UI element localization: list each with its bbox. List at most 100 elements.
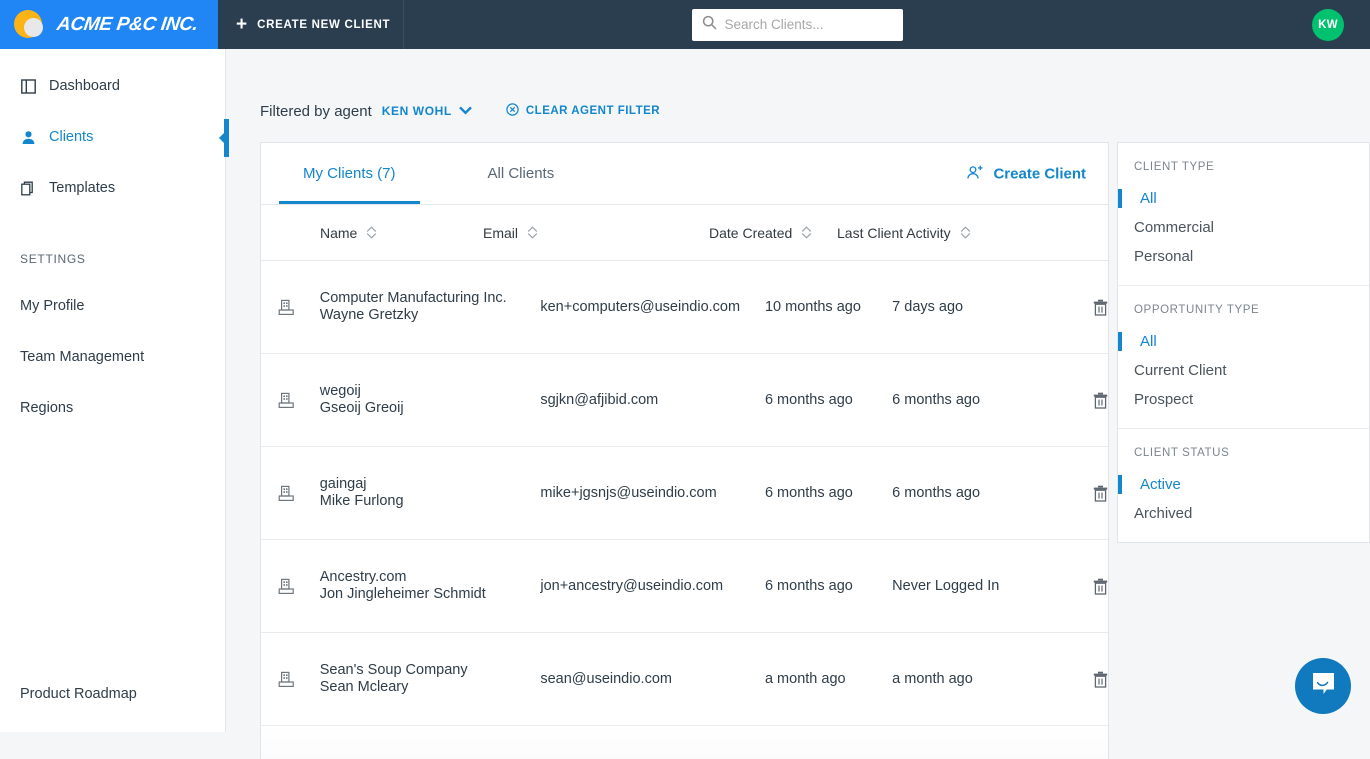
client-contact: Sean Mcleary: [319, 679, 409, 695]
table-row[interactable]: Computer Manufacturing Inc. Wayne Gretzk…: [261, 261, 1108, 354]
filter-group-title: CLIENT STATUS: [1134, 447, 1230, 459]
client-contact: Wayne Gretzky: [319, 307, 419, 323]
filter-group-opportunity-type: OPPORTUNITY TYPE All Current Client Pros…: [1118, 285, 1369, 428]
delete-client-button[interactable]: [1081, 671, 1108, 688]
table-row[interactable]: wegoij Gseoij Greoij sgjkn@afjibid.com 6…: [261, 354, 1108, 447]
sidebar-item-team-management[interactable]: Team Management: [0, 347, 225, 367]
filter-option-personal[interactable]: Personal: [1118, 242, 1369, 271]
active-nav-indicator: [219, 119, 229, 157]
client-last-activity: a month ago: [892, 671, 973, 687]
client-company: wegoij: [319, 383, 361, 399]
tab-my-clients[interactable]: My Clients (7): [279, 143, 420, 204]
sort-icon: [801, 226, 812, 239]
sidebar-item-label: Templates: [49, 180, 116, 196]
trash-icon: [1093, 299, 1108, 316]
agent-name: KEN WOHL: [381, 104, 452, 118]
filter-option-all[interactable]: All: [1118, 327, 1369, 356]
client-contact: Jon Jingleheimer Schmidt: [319, 586, 486, 602]
person-add-icon: [967, 164, 984, 183]
sidebar-item-clients[interactable]: Clients: [0, 122, 225, 152]
create-client-label: Create Client: [993, 165, 1086, 182]
table-row[interactable]: Sean's Soup Company Sean Mcleary sean@us…: [261, 633, 1108, 726]
trash-icon: [1093, 485, 1108, 502]
create-client-button[interactable]: Create Client: [967, 164, 1086, 183]
client-date-created: 10 months ago: [764, 299, 861, 315]
client-date-created: a month ago: [764, 671, 846, 687]
delete-client-button[interactable]: [1081, 392, 1108, 409]
filter-group-client-type: CLIENT TYPE All Commercial Personal: [1118, 143, 1369, 285]
app-logo[interactable]: ACME P&C INC.: [0, 0, 218, 49]
client-date-created: 6 months ago: [764, 578, 853, 594]
filter-group-title: OPPORTUNITY TYPE: [1134, 304, 1260, 316]
sort-icon: [960, 226, 971, 239]
circle-x-icon: [506, 103, 519, 119]
sidebar-item-label: Clients: [49, 129, 94, 145]
tab-all-clients[interactable]: All Clients: [464, 143, 579, 204]
sort-icon: [366, 226, 377, 239]
client-name-cell: Ancestry.com Jon Jingleheimer Schmidt: [320, 569, 541, 603]
client-contact: Gseoij Greoij: [319, 400, 404, 416]
client-date-created: 6 months ago: [764, 392, 853, 408]
client-last-activity: 6 months ago: [892, 485, 981, 501]
logo-circles-icon: [14, 8, 48, 42]
tabs: My Clients (7) All Clients Create Client: [261, 143, 1108, 205]
table-row[interactable]: Ancestry.com Jon Jingleheimer Schmidt jo…: [261, 540, 1108, 633]
client-company: Computer Manufacturing Inc.: [319, 290, 507, 306]
main-content: Filtered by agent KEN WOHL CLEAR AGENT F…: [226, 49, 1370, 759]
chevron-down-icon: [459, 104, 472, 118]
sort-icon: [527, 226, 538, 239]
client-email: sgjkn@afjibid.com: [540, 392, 659, 408]
clear-agent-filter-button[interactable]: CLEAR AGENT FILTER: [506, 103, 660, 119]
column-header-date-created[interactable]: Date Created: [709, 225, 837, 241]
search-area: [404, 0, 1250, 49]
delete-client-button[interactable]: [1081, 299, 1108, 316]
sidebar-item-product-roadmap[interactable]: Product Roadmap: [20, 686, 137, 702]
filter-option-archived[interactable]: Archived: [1118, 499, 1369, 528]
search-box[interactable]: [691, 8, 903, 41]
filter-option-commercial[interactable]: Commercial: [1118, 213, 1369, 242]
sidebar-item-my-profile[interactable]: My Profile: [0, 296, 225, 316]
copy-icon: [20, 180, 37, 197]
client-name-cell: Sean's Soup Company Sean Mcleary: [320, 662, 541, 696]
client-email: jon+ancestry@useindio.com: [540, 578, 724, 594]
column-header-last-activity[interactable]: Last Client Activity: [837, 225, 1027, 241]
settings-heading: SETTINGS: [20, 252, 86, 266]
sidebar-item-regions[interactable]: Regions: [0, 398, 225, 418]
client-email: sean@useindio.com: [540, 671, 672, 687]
filter-option-prospect[interactable]: Prospect: [1118, 385, 1369, 414]
table-row[interactable]: gaingaj Mike Furlong mike+jgsnjs@useindi…: [261, 447, 1108, 540]
sidebar: Dashboard Clients Templates SETTINGS My …: [0, 49, 229, 732]
person-icon: [20, 129, 37, 146]
delete-client-button[interactable]: [1081, 485, 1108, 502]
table-row-partial: [261, 726, 1108, 759]
building-icon: [261, 578, 320, 595]
column-header-email[interactable]: Email: [483, 225, 709, 241]
filter-group-title: CLIENT TYPE: [1134, 161, 1215, 173]
search-input[interactable]: [724, 17, 902, 32]
sidebar-item-templates[interactable]: Templates: [0, 173, 225, 203]
column-label: Email: [483, 224, 519, 241]
sidebar-item-dashboard[interactable]: Dashboard: [0, 71, 225, 101]
filter-option-active[interactable]: Active: [1118, 470, 1369, 499]
chat-launcher-button[interactable]: [1295, 658, 1351, 714]
create-new-client-button[interactable]: + CREATE NEW CLIENT: [218, 0, 404, 49]
filter-option-all[interactable]: All: [1118, 184, 1369, 213]
agent-filter-dropdown[interactable]: KEN WOHL: [382, 104, 472, 118]
client-last-activity: Never Logged In: [892, 578, 1000, 594]
search-icon: [702, 15, 717, 35]
client-company: Ancestry.com: [319, 569, 407, 585]
column-label: Date Created: [709, 224, 793, 241]
chat-bubble-icon: [1310, 670, 1337, 702]
top-bar: ACME P&C INC. + CREATE NEW CLIENT KW: [0, 0, 1370, 49]
filter-option-current-client[interactable]: Current Client: [1118, 356, 1369, 385]
trash-icon: [1093, 578, 1108, 595]
filter-prefix-label: Filtered by agent: [260, 102, 372, 120]
column-header-name[interactable]: Name: [261, 225, 483, 241]
filter-panel: CLIENT TYPE All Commercial Personal OPPO…: [1117, 142, 1370, 543]
sidebar-item-label: Dashboard: [49, 78, 120, 94]
delete-client-button[interactable]: [1081, 578, 1108, 595]
client-last-activity: 7 days ago: [892, 299, 964, 315]
client-email: mike+jgsnjs@useindio.com: [540, 485, 717, 501]
avatar[interactable]: KW: [1312, 8, 1344, 41]
agent-filter-bar: Filtered by agent KEN WOHL CLEAR AGENT F…: [226, 49, 1370, 120]
